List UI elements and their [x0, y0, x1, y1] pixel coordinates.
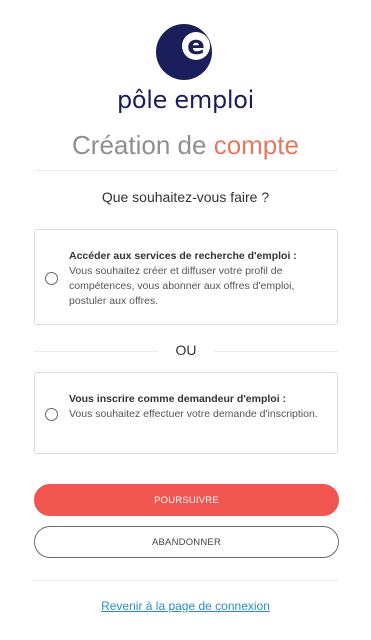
or-line-right [214, 351, 338, 352]
radio-register-job-seeker[interactable] [45, 408, 58, 421]
brand-name: pôle emploi [116, 86, 255, 114]
radio-job-search-services[interactable] [45, 272, 58, 285]
question-label: Que souhaitez-vous faire ? [101, 189, 270, 205]
pole-emploi-logo: e [0, 22, 371, 82]
option-register-title: Vous inscrire comme demandeur d'emploi : [69, 393, 287, 405]
footer-divider [34, 580, 338, 581]
option-job-search-text: Accéder aux services de recherche d'empl… [69, 249, 327, 309]
page-title: Création de compte [0, 130, 371, 161]
title-divider [34, 170, 338, 171]
page-title-part2: compte [213, 130, 299, 160]
or-separator: OU [34, 341, 338, 361]
svg-text:e: e [187, 31, 205, 61]
or-label: OU [175, 342, 197, 358]
option-job-search-title: Accéder aux services de recherche d'empl… [69, 250, 297, 262]
logo-e-icon: e [155, 24, 212, 80]
account-creation-page: e pôle emploi Création de compte Que sou… [0, 0, 371, 640]
option-job-search-description: Vous souhaitez créer et diffuser votre p… [69, 265, 295, 307]
continue-button[interactable]: POURSUIVRE [34, 484, 339, 516]
abandon-button[interactable]: ABANDONNER [34, 526, 339, 558]
option-register-description: Vous souhaitez effectuer votre demande d… [69, 408, 318, 420]
option-register-job-seeker[interactable]: Vous inscrire comme demandeur d'emploi :… [34, 372, 338, 454]
back-to-login-link[interactable]: Revenir à la page de connexion [0, 599, 371, 613]
option-register-text: Vous inscrire comme demandeur d'emploi :… [69, 392, 327, 422]
page-title-part1: Création de [72, 130, 207, 160]
option-job-search-services[interactable]: Accéder aux services de recherche d'empl… [34, 229, 338, 325]
